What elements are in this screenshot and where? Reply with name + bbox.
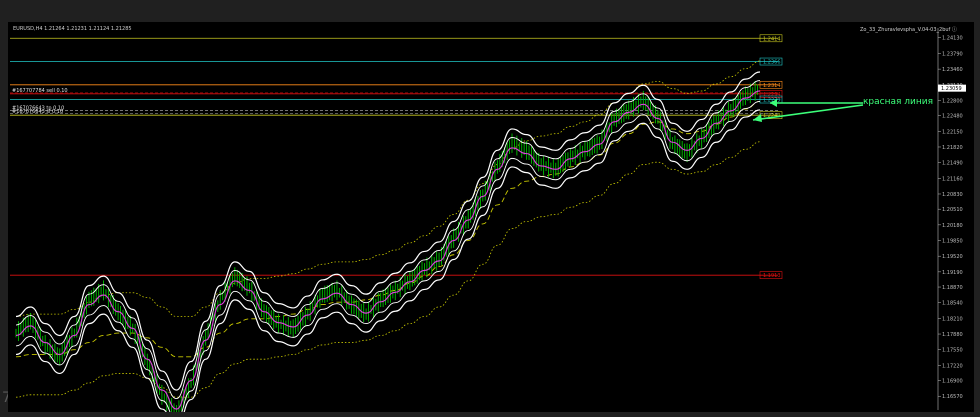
envelope-inner-lower: [15, 100, 761, 412]
fast-ma-line: [15, 90, 761, 410]
y-tick-label: 1.23460: [942, 67, 963, 73]
y-tick-label: 1.17880: [942, 332, 963, 338]
y-tick-label: 1.23790: [942, 51, 963, 57]
order-label-0: #167707784 sell 0.10: [12, 88, 68, 94]
y-tick-label: 1.21490: [942, 161, 963, 167]
y-tick-label: 1.19190: [942, 270, 963, 276]
y-tick-label: 1.18540: [942, 301, 963, 307]
y-tick-label: 1.20510: [942, 207, 963, 213]
y-tick-label: 1.19850: [942, 239, 963, 245]
y-tick-label: 1.22150: [942, 129, 963, 135]
terminal-frame: 7 1.241301.237901.234601.231301.228001.2…: [0, 0, 980, 417]
envelope-lower: [15, 109, 761, 412]
chart-window[interactable]: 1.241301.237901.234601.231301.228001.224…: [8, 22, 974, 412]
y-tick-label: 1.18210: [942, 316, 963, 322]
envelope-inner-upper: [15, 80, 761, 400]
indicator-icon: ⓘ: [951, 27, 957, 33]
annotation-label: красная линия: [863, 97, 934, 107]
level-tag-label-0: 1.2414: [763, 36, 781, 42]
y-tick-label: 1.17550: [942, 348, 963, 354]
last-price-label: 1.23059: [941, 86, 962, 92]
y-tick-label: 1.18870: [942, 285, 963, 291]
y-tick-label: 1.17220: [942, 363, 963, 369]
level-tag-label-6: 1.1913: [763, 273, 781, 279]
y-tick-label: 1.20830: [942, 192, 963, 198]
symbol-info-line: EURUSD,H4 1.21264 1.21231 1.21124 1.2128…: [13, 26, 132, 32]
y-tick-label: 1.20180: [942, 223, 963, 229]
y-tick-label: 1.24130: [942, 35, 963, 41]
y-tick-label: 1.19520: [942, 254, 963, 260]
y-tick-label: 1.16900: [942, 379, 963, 385]
y-tick-label: 1.16570: [942, 394, 963, 400]
y-tick-label: 1.21160: [942, 176, 963, 182]
level-tag-label-2: 1.2314: [763, 83, 781, 89]
slow-band-lower: [15, 141, 761, 398]
indicator-name-text: Zo_33_Zhuravlevspha_V.04-03_2buf: [860, 27, 951, 33]
order-label-2: #167076643 sl 0.10: [12, 109, 63, 115]
y-tick-label: 1.22800: [942, 98, 963, 104]
y-tick-label: 1.22480: [942, 114, 963, 120]
level-tag-label-1: 1.2366: [763, 60, 781, 66]
indicator-name-label: Zo_33_Zhuravlevspha_V.04-03_2buf ⓘ: [860, 26, 957, 33]
y-tick-label: 1.21820: [942, 145, 963, 151]
price-chart[interactable]: 1.241301.237901.234601.231301.228001.224…: [8, 22, 974, 412]
